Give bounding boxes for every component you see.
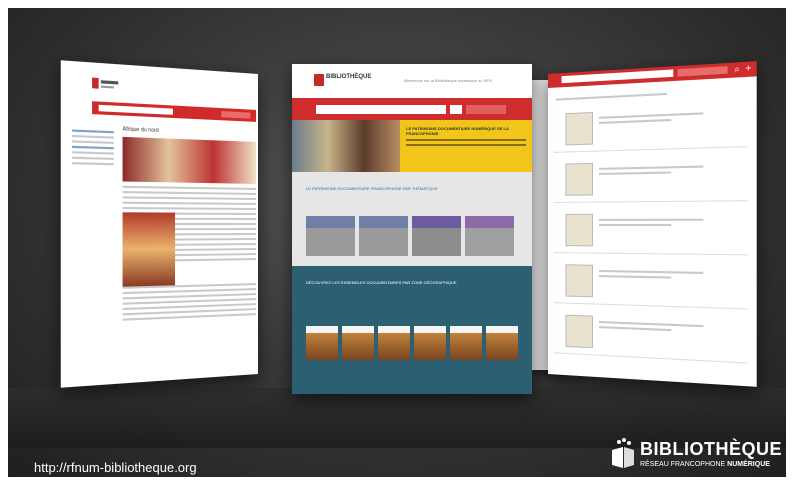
theme-section-title: LE PATRIMOINE DOCUMENTAIRE FRANCOPHONE P… <box>306 186 438 191</box>
results-search-bar: ⌕ + <box>548 61 757 88</box>
theme-tile[interactable] <box>359 216 408 256</box>
zone-tile[interactable] <box>450 326 482 360</box>
hero-title: LE PATRIMOINE DOCUMENTAIRE NUMÉRIQUE DE … <box>406 126 509 136</box>
search-bar <box>92 101 257 122</box>
library-logo-icon <box>92 77 119 89</box>
theme-section: LE PATRIMOINE DOCUMENTAIRE FRANCOPHONE P… <box>292 172 532 266</box>
zone-section-title: DÉCOUVREZ LES ENSEMBLES DOCUMENTAIRES PA… <box>306 280 457 285</box>
book-icon <box>612 438 634 468</box>
article-page-mockup: Afrique du nord <box>60 60 259 388</box>
welcome-text: Bienvenue sur la Bibliothèque numérique … <box>404 78 492 83</box>
library-logo-icon <box>314 74 324 86</box>
home-search-button[interactable] <box>450 105 462 114</box>
result-thumbnail <box>565 314 594 349</box>
search-input[interactable] <box>98 104 173 115</box>
result-thumbnail <box>565 213 594 247</box>
result-item[interactable] <box>553 152 748 203</box>
result-thumbnail <box>565 162 594 196</box>
zone-tile[interactable] <box>414 326 446 360</box>
article-hero-image <box>122 136 257 184</box>
showcase-stage: Afrique du nord ⌕ + BIBLIOTHÈQUE Bienven… <box>8 8 786 477</box>
hero-panel: LE PATRIMOINE DOCUMENTAIRE NUMÉRIQUE DE … <box>400 120 532 172</box>
zone-tile[interactable] <box>342 326 374 360</box>
result-item[interactable] <box>553 258 748 310</box>
home-page-mockup: BIBLIOTHÈQUE Bienvenue sur la Bibliothèq… <box>292 64 532 394</box>
theme-tile[interactable] <box>306 216 355 256</box>
search-icon[interactable]: ⌕ <box>734 63 740 75</box>
theme-tile[interactable] <box>465 216 514 256</box>
advanced-search-button[interactable] <box>466 105 506 114</box>
home-logo-text: BIBLIOTHÈQUE <box>326 74 372 80</box>
home-search-input[interactable] <box>316 105 446 114</box>
article-body: Afrique du nord <box>122 126 257 324</box>
search-button[interactable] <box>221 111 251 119</box>
portrait-image <box>122 212 176 287</box>
results-page-mockup: ⌕ + <box>548 61 757 387</box>
result-thumbnail <box>565 111 594 146</box>
zone-tile[interactable] <box>486 326 518 360</box>
brand-subtitle-accent: NUMÉRIQUE <box>727 461 770 468</box>
sidebar-menu <box>72 126 114 168</box>
brand-logo: BIBLIOTHÈQUE RÉSEAU FRANCOPHONE NUMÉRIQU… <box>612 428 786 477</box>
theme-tile[interactable] <box>412 216 461 256</box>
result-thumbnail <box>565 264 594 298</box>
result-item[interactable] <box>553 98 748 153</box>
article-title: Afrique du nord <box>122 126 159 135</box>
brand-title: BIBLIOTHÈQUE <box>640 439 783 459</box>
hero-painting <box>292 120 400 172</box>
results-search-input[interactable] <box>561 69 674 84</box>
zone-tile[interactable] <box>378 326 410 360</box>
result-item[interactable] <box>553 308 748 364</box>
zone-tile[interactable] <box>306 326 338 360</box>
home-search-bar <box>292 98 532 120</box>
zone-section: DÉCOUVREZ LES ENSEMBLES DOCUMENTAIRES PA… <box>292 266 532 394</box>
home-header: BIBLIOTHÈQUE Bienvenue sur la Bibliothèq… <box>292 64 532 98</box>
plus-icon[interactable]: + <box>745 63 751 74</box>
result-item[interactable] <box>553 206 748 256</box>
home-hero: LE PATRIMOINE DOCUMENTAIRE NUMÉRIQUE DE … <box>292 120 532 172</box>
results-filter-select[interactable] <box>677 66 728 77</box>
brand-subtitle: RÉSEAU FRANCOPHONE NUMÉRIQUE <box>640 461 770 468</box>
brand-subtitle-main: RÉSEAU FRANCOPHONE <box>640 461 726 468</box>
site-url: http://rfnum-bibliotheque.org <box>34 460 197 475</box>
